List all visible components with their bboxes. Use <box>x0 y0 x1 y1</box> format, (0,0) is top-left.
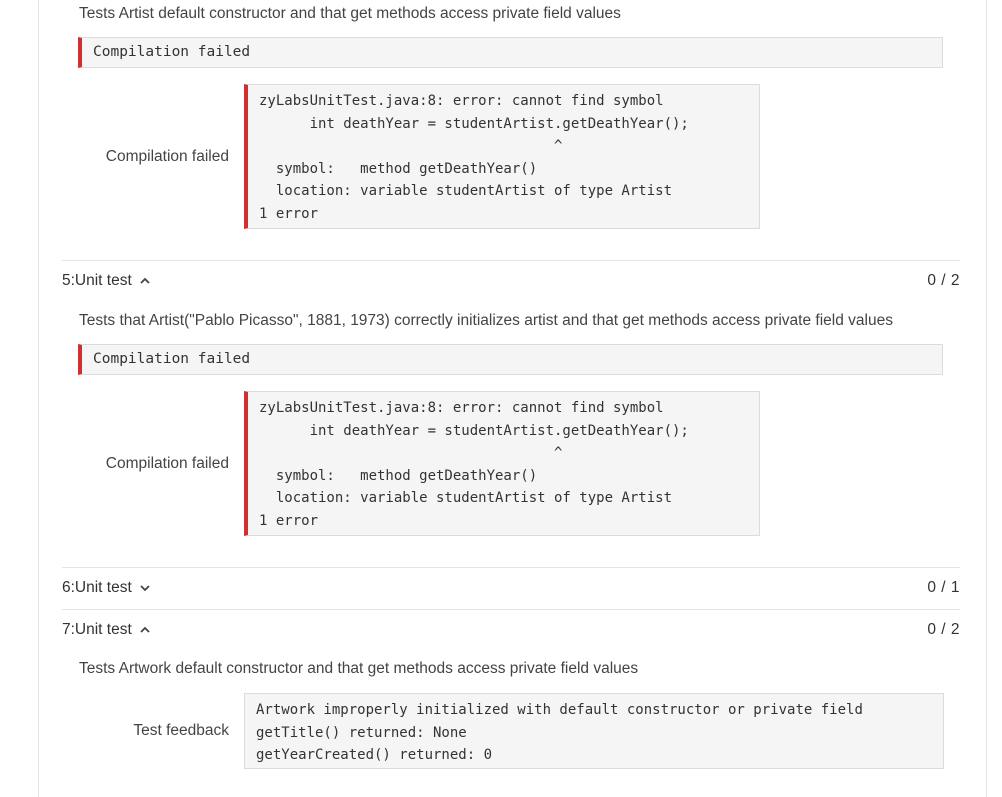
test-7-score: 0 / 2 <box>927 621 960 638</box>
chevron-down-icon <box>140 585 150 592</box>
test-7-output: Artwork improperly initialized with defa… <box>256 702 863 763</box>
test-5-title: 5:Unit test <box>62 272 132 289</box>
test-4-result-label: Compilation failed <box>105 148 229 165</box>
divider <box>62 609 960 610</box>
test-4-output: zyLabsUnitTest.java:8: error: cannot fin… <box>259 93 689 222</box>
test-4-result-banner: Compilation failed <box>78 37 943 68</box>
test-7-title: 7:Unit test <box>62 621 132 638</box>
test-5-score: 0 / 2 <box>927 272 960 289</box>
test-5-result-banner: Compilation failed <box>78 344 943 375</box>
test-5-description: Tests that Artist("Pablo Picasso", 1881,… <box>79 312 893 329</box>
test-6-score: 0 / 1 <box>927 579 960 596</box>
test-7-description: Tests Artwork default constructor and th… <box>79 660 639 677</box>
test-7-feedback-box: Artwork improperly initialized with defa… <box>244 693 944 769</box>
test-4-output-box: zyLabsUnitTest.java:8: error: cannot fin… <box>244 84 760 229</box>
test-5-result-label: Compilation failed <box>105 455 229 472</box>
test-5-output-box: zyLabsUnitTest.java:8: error: cannot fin… <box>244 391 760 536</box>
test-6-title: 6:Unit test <box>62 579 132 596</box>
test-5-output: zyLabsUnitTest.java:8: error: cannot fin… <box>259 400 689 529</box>
chevron-up-icon <box>140 626 150 633</box>
test-7-result-label: Test feedback <box>133 722 229 739</box>
test-6-header[interactable]: 6:Unit test <box>62 579 152 597</box>
divider <box>62 567 960 568</box>
test-7-header[interactable]: 7:Unit test <box>62 621 152 639</box>
chevron-up-icon <box>140 277 150 284</box>
divider <box>62 260 960 261</box>
test-5-header[interactable]: 5:Unit test <box>62 272 152 290</box>
test-4-description: Tests Artist default constructor and tha… <box>79 5 621 22</box>
